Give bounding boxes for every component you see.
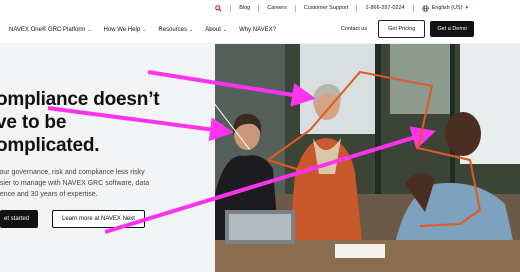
nav-item-resources[interactable]: Resources ⌄ (158, 27, 193, 33)
nav-item-platform[interactable]: NAVEX One® GRC Platform ⌄ (0, 27, 92, 33)
chevron-down-icon: ⌄ (87, 26, 92, 33)
get-pricing-button[interactable]: Get Pricing (378, 20, 426, 38)
divider (294, 4, 296, 12)
hero-photo (215, 44, 520, 272)
search-icon[interactable] (214, 4, 222, 12)
divider (230, 4, 232, 12)
phone-number[interactable]: 1-866-297-0224 (365, 5, 404, 11)
chevron-down-icon: ⌄ (142, 26, 147, 33)
hero-subcopy: your governance, risk and compliance les… (0, 167, 196, 200)
hero-text: ompliance doesn’t ve to be omplicated. y… (0, 88, 211, 200)
contact-us-link[interactable]: Contact us (341, 26, 367, 32)
divider (258, 4, 260, 12)
nav-item-label: NAVEX One® GRC Platform (9, 26, 86, 33)
customer-support-link[interactable]: Customer Support (304, 5, 349, 11)
hero-headline: ompliance doesn’t ve to be omplicated. (0, 88, 211, 157)
hero-cta-row: et started Learn more at NAVEX Next (0, 210, 145, 228)
divider (412, 4, 414, 12)
divider (356, 4, 358, 12)
chevron-down-icon: ⌄ (189, 26, 194, 33)
subcopy-line: gence and 30 years of expertise. (0, 191, 98, 198)
nav-item-how-we-help[interactable]: How We Help ⌄ (104, 27, 147, 33)
nav-item-why-navex[interactable]: Why NAVEX? (239, 27, 276, 33)
headline-line: omplicated. (0, 135, 100, 156)
hero-section: ompliance doesn’t ve to be omplicated. y… (0, 44, 520, 272)
nav-item-label: Resources (158, 26, 188, 33)
language-label: English (US) (431, 5, 463, 11)
main-nav: NAVEX One® GRC Platform ⌄ How We Help ⌄ … (0, 16, 520, 44)
chevron-down-icon: ⌄ (222, 26, 228, 33)
get-started-button[interactable]: et started (0, 210, 39, 228)
nav-item-about[interactable]: About ⌄ (205, 27, 227, 33)
headline-line: ompliance doesn’t (0, 89, 160, 110)
blog-link[interactable]: Blog (239, 5, 250, 11)
get-demo-button[interactable]: Get a Demo (430, 21, 474, 37)
subcopy-line: your governance, risk and compliance les… (0, 169, 145, 176)
chevron-down-icon: ▾ (465, 5, 468, 11)
careers-link[interactable]: Careers (267, 5, 287, 11)
nav-actions: Contact us Get Pricing Get a Demo (341, 20, 474, 38)
globe-icon (421, 4, 429, 12)
language-selector[interactable]: English (US) ▾ (421, 4, 468, 12)
learn-more-button[interactable]: Learn more at NAVEX Next (52, 210, 145, 228)
nav-item-label: How We Help (103, 26, 141, 33)
subcopy-line: asier to manage with NAVEX GRC software,… (0, 180, 150, 187)
headline-line: ve to be (0, 112, 67, 133)
utility-bar: Blog Careers Customer Support 1-866-297-… (0, 0, 520, 16)
nav-item-label: About (205, 26, 221, 33)
